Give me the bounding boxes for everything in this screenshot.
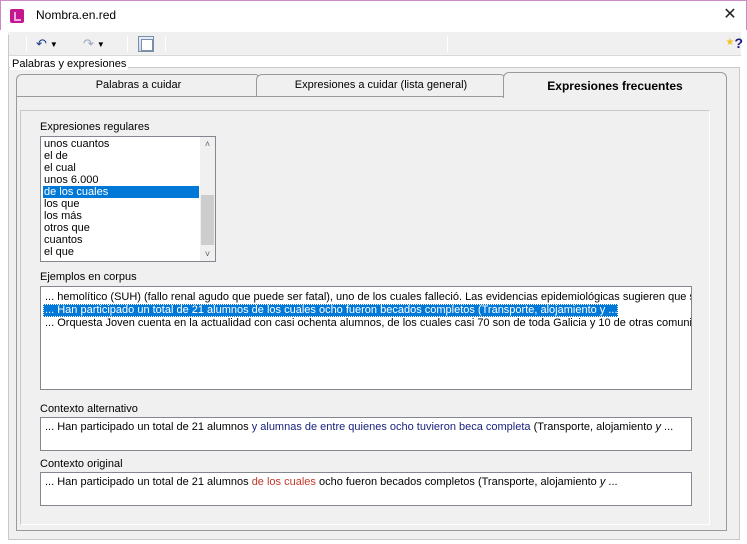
scroll-down-icon[interactable]: ˅ bbox=[200, 247, 215, 261]
list-item[interactable]: cuantos bbox=[43, 234, 199, 246]
regex-listbox[interactable]: unos cuantos el de el cual unos 6.000 de… bbox=[40, 136, 216, 262]
list-item[interactable]: otros que bbox=[43, 222, 199, 234]
redo-icon: ↷ bbox=[83, 36, 94, 51]
example-row[interactable]: ... Han participado un total de 21 alumn… bbox=[43, 304, 618, 317]
undo-icon: ↶ bbox=[36, 36, 47, 51]
chevron-down-icon: ▼ bbox=[96, 39, 105, 49]
star-icon: ★ bbox=[725, 37, 735, 48]
list-item[interactable]: unos cuantos bbox=[43, 138, 199, 150]
toolbar-separator bbox=[127, 36, 128, 52]
panel-view-button[interactable] bbox=[138, 36, 154, 52]
list-item[interactable]: el que bbox=[43, 246, 199, 258]
orig-context-box[interactable]: ... Han participado un total de 21 alumn… bbox=[40, 472, 692, 506]
help-icon: ? bbox=[734, 35, 743, 51]
list-item[interactable]: los que bbox=[43, 198, 199, 210]
alt-context-highlight: y alumnas de entre quienes ocho tuvieron… bbox=[248, 421, 531, 433]
alt-context-suffix-italic: y bbox=[652, 421, 661, 433]
examples-listbox[interactable]: ... hemolítico (SUH) (fallo renal agudo … bbox=[40, 286, 692, 390]
orig-context-suffix: ocho fueron becados completos (Transport… bbox=[315, 476, 597, 488]
toolbar-separator bbox=[26, 36, 27, 52]
orig-context-prefix: ... Han participado un total de 21 alumn… bbox=[45, 476, 252, 488]
regex-list-label: Expresiones regulares bbox=[40, 121, 150, 133]
app-icon bbox=[10, 9, 24, 23]
undo-button[interactable]: ↶ ▼ bbox=[36, 34, 58, 54]
orig-context-highlight: de los cuales bbox=[251, 476, 316, 488]
scroll-thumb[interactable] bbox=[201, 195, 214, 245]
toolbar bbox=[8, 32, 741, 56]
example-row[interactable]: ... hemolítico (SUH) (fallo renal agudo … bbox=[43, 291, 691, 304]
list-item[interactable]: el de bbox=[43, 150, 199, 162]
alt-context-suffix: (Transporte, alojamiento bbox=[530, 421, 653, 433]
list-item[interactable]: el cual bbox=[43, 162, 199, 174]
chevron-down-icon: ▼ bbox=[49, 39, 58, 49]
window-title: Nombra.en.red bbox=[36, 8, 117, 22]
redo-button[interactable]: ↷ ▼ bbox=[83, 34, 105, 54]
example-row[interactable]: ... Orquesta Joven cuenta en la actualid… bbox=[43, 317, 691, 330]
toolbar-separator bbox=[165, 36, 166, 52]
scroll-up-icon[interactable]: ˄ bbox=[200, 137, 215, 151]
tab-expresiones-frecuentes[interactable]: Expresiones frecuentes bbox=[503, 72, 727, 98]
alt-context-box[interactable]: ... Han participado un total de 21 alumn… bbox=[40, 417, 692, 451]
help-button[interactable]: ★? bbox=[725, 35, 743, 51]
group-label: Palabras y expresiones bbox=[10, 58, 129, 70]
examples-label: Ejemplos en corpus bbox=[40, 271, 137, 283]
orig-context-ellipsis: ... bbox=[605, 476, 618, 488]
alt-context-prefix: ... Han participado un total de 21 alumn… bbox=[45, 421, 249, 433]
orig-context-label: Contexto original bbox=[40, 458, 123, 470]
list-item[interactable]: unos 6.000 bbox=[43, 174, 199, 186]
list-item[interactable]: de los cuales bbox=[43, 186, 199, 198]
alt-context-label: Contexto alternativo bbox=[40, 403, 138, 415]
close-button[interactable]: ✕ bbox=[719, 4, 741, 26]
list-item[interactable]: los más bbox=[43, 210, 199, 222]
tab-expresiones-a-cuidar[interactable]: Expresiones a cuidar (lista general) bbox=[256, 74, 506, 96]
tab-palabras-a-cuidar[interactable]: Palabras a cuidar bbox=[16, 74, 261, 96]
toolbar-separator bbox=[447, 36, 448, 52]
alt-context-ellipsis: ... bbox=[660, 421, 674, 433]
